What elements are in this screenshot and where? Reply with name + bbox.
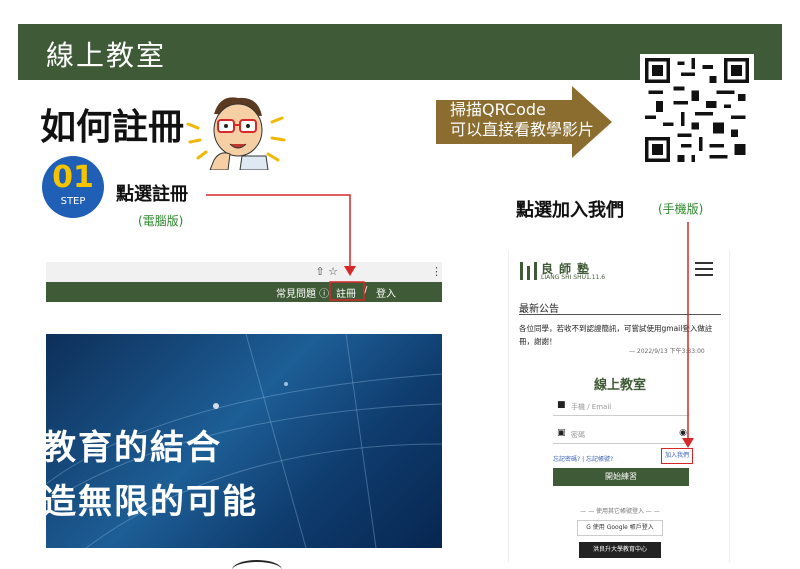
logo-subtitle: LIANG SHI SHU1.11.6: [541, 274, 606, 281]
forgot-link[interactable]: 忘記密碼? | 忘記帳號?: [553, 454, 613, 463]
news-date: — 2022/9/13 下午3:33:00: [629, 348, 705, 355]
how-to-register-title: 如何註冊: [40, 107, 185, 148]
click-join-label: 點選加入我們: [516, 200, 624, 221]
lock-icon: ▣: [557, 428, 566, 438]
qr-callout-line2: 可以直接看教學影片: [450, 120, 595, 139]
start-practice-button[interactable]: 開始練習: [553, 468, 689, 486]
mobile-version-note: (手機版): [658, 202, 704, 216]
news-divider: [519, 314, 721, 315]
nav-faq-link[interactable]: 常見問題 ⓘ: [276, 285, 329, 300]
education-center-button[interactable]: 洪良升大學教育中心: [579, 542, 661, 558]
password-placeholder: 密碼: [571, 431, 585, 439]
qr-callout-text: 掃描QRCode 可以直接看教學影片: [450, 100, 594, 140]
hero-line2: 造無限的可能: [46, 482, 258, 522]
bottom-decoration: [232, 560, 282, 569]
phone-email-input[interactable]: ■ 手機 / Email: [553, 398, 689, 416]
desktop-hero-image: 教育的結合 造無限的可能: [46, 334, 442, 548]
other-login-label: — — 使用其它帳號登入 — —: [580, 508, 660, 515]
phone-email-placeholder: 手機 / Email: [571, 403, 612, 411]
share-star-icon[interactable]: ⇧ ☆: [315, 265, 338, 278]
google-login-button[interactable]: G 使用 Google 帳戶登入: [577, 520, 663, 536]
register-pointer-line: [206, 194, 351, 268]
join-us-link[interactable]: 加入我們: [661, 448, 693, 464]
password-input[interactable]: ▣ 密碼 ◉: [553, 426, 689, 444]
qr-code-icon[interactable]: [640, 54, 754, 166]
step-label: STEP: [60, 196, 86, 207]
qr-callout-line1: 掃描QRCode: [450, 100, 546, 119]
eye-icon[interactable]: ◉: [679, 428, 687, 438]
logo-mark-icon: [520, 262, 537, 280]
hero-line1: 教育的結合: [46, 428, 222, 468]
pc-version-note: (電腦版): [138, 214, 184, 228]
browser-toolbar: ⇧ ☆ ⋮: [46, 262, 442, 282]
desktop-nav-bar: 常見問題 ⓘ 註冊 / 登入: [46, 282, 442, 302]
mascot-illustration-icon: [186, 97, 286, 170]
banner-title: 線上教室: [46, 39, 167, 72]
click-register-label: 點選註冊: [116, 184, 188, 205]
news-title: 最新公告: [519, 304, 559, 315]
step-badge: 01 STEP: [42, 156, 104, 218]
user-icon: ■: [557, 400, 566, 410]
news-body: 各位同學，若收不到認證簡訊，可嘗試使用gmail登入做註冊，謝謝！: [519, 324, 713, 346]
mobile-screenshot: 良師塾 LIANG SHI SHU1.11.6 最新公告 各位同學，若收不到認證…: [508, 250, 730, 562]
login-form-title: 線上教室: [593, 378, 646, 393]
nav-register-link[interactable]: 註冊: [336, 285, 356, 300]
step-number: 01: [52, 160, 94, 195]
more-menu-icon[interactable]: ⋮: [431, 265, 442, 278]
nav-login-link[interactable]: 登入: [376, 285, 396, 300]
hamburger-menu-icon[interactable]: [695, 262, 713, 276]
nav-separator: /: [364, 285, 368, 296]
